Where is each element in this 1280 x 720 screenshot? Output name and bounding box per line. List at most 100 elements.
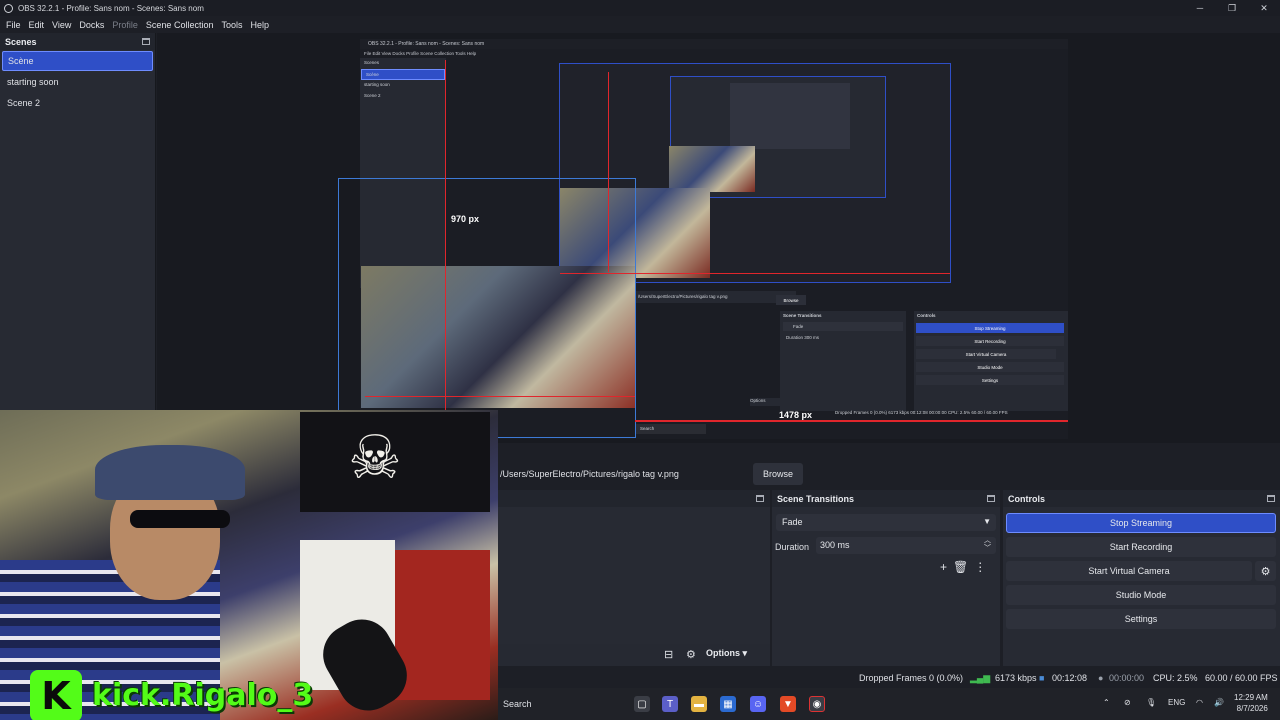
nested-scene-item: Scène <box>361 69 445 80</box>
menu-help[interactable]: Help <box>246 20 273 30</box>
sunglasses <box>130 510 230 528</box>
chevron-up-icon[interactable]: ⌃ <box>1103 698 1110 707</box>
scenes-dock: Scenes Scène starting soon Scene 2 <box>0 33 156 410</box>
menu-view[interactable]: View <box>48 20 75 30</box>
transitions-dock-title: Scene Transitions <box>777 493 855 504</box>
menu-scene-collection[interactable]: Scene Collection <box>142 20 218 30</box>
clock-time: 12:29 AM <box>1234 693 1268 702</box>
transition-select[interactable]: Fade ▼ <box>776 514 996 531</box>
undock-icon[interactable] <box>756 495 764 502</box>
source-selection-frame[interactable] <box>338 178 636 438</box>
brave-icon[interactable]: ▼ <box>780 696 796 712</box>
distance-label-1478: 1478 px <box>779 410 813 420</box>
add-icon[interactable]: + <box>940 560 947 574</box>
record-icon: ● <box>1098 673 1104 683</box>
nested-settings: Settings <box>916 375 1064 385</box>
nested-controls-title: Controls <box>917 313 936 318</box>
menu-docks[interactable]: Docks <box>75 20 108 30</box>
menu-file[interactable]: File <box>2 20 25 30</box>
studio-mode-button[interactable]: Studio Mode <box>1006 585 1276 605</box>
nested-taskbar-search: Search <box>636 424 706 434</box>
clock[interactable]: 12:29 AM 8/7/2026 <box>1234 692 1268 714</box>
browse-button[interactable]: Browse <box>753 463 803 485</box>
record-time: 00:00:00 <box>1109 673 1145 683</box>
guide-line-horizontal <box>365 396 635 397</box>
controls-dock-header: Controls <box>1003 490 1280 507</box>
skull-icon: ☠ <box>348 424 402 491</box>
settings-button[interactable]: Settings <box>1006 609 1276 629</box>
red-jersey <box>395 550 490 700</box>
controls-dock-title: Controls <box>1008 493 1045 504</box>
nested-options: Options <box>750 398 780 406</box>
menu-tools[interactable]: Tools <box>217 20 246 30</box>
duration-value: 300 ms <box>820 540 850 550</box>
scenes-dock-title: Scenes <box>5 36 37 47</box>
task-view-icon[interactable]: ▢ <box>634 696 650 712</box>
wifi-icon[interactable]: ◠ <box>1196 698 1203 707</box>
menu-edit[interactable]: Edit <box>25 20 49 30</box>
transitions-dock-header: Scene Transitions <box>772 490 1000 507</box>
maximize-button[interactable]: ❐ <box>1216 0 1248 16</box>
nested-path-field: /Users/SuperElectro/Pictures/rigalo tag … <box>636 291 796 303</box>
guide-line-vertical-nested <box>608 72 609 272</box>
discord-icon[interactable]: ☺ <box>750 696 766 712</box>
teams-icon[interactable]: T <box>662 696 678 712</box>
virtual-camera-settings-icon[interactable]: ⚙ <box>1255 561 1276 581</box>
guide-line-horizontal-bottom <box>635 420 1068 422</box>
nested-start-recording: Start Recording <box>916 336 1064 346</box>
start-recording-button[interactable]: Start Recording <box>1006 537 1276 557</box>
filter-icon[interactable]: ⊟ <box>664 648 673 661</box>
nested-duration: Duration 300 ms <box>780 333 906 342</box>
undock-icon[interactable] <box>142 38 150 45</box>
file-explorer-icon[interactable]: ▬ <box>691 696 707 712</box>
spin-arrows-icon[interactable]: ︿ ﹀ <box>984 537 991 553</box>
duration-spinbox[interactable]: 300 ms ︿ ﹀ <box>816 537 996 554</box>
volume-icon[interactable]: 🔊 <box>1214 698 1224 707</box>
image-path-field[interactable]: /Users/SuperElectro/Pictures/rigalo tag … <box>498 464 750 484</box>
obs-app-icon <box>4 3 13 13</box>
nested-scene-item: starting soon <box>364 82 390 87</box>
nested-duration-label: Duration <box>786 335 804 340</box>
nested-scenes-title: Scenes <box>364 60 380 65</box>
scene-item-scene-2[interactable]: Scene 2 <box>2 93 153 113</box>
scene-item-starting-soon[interactable]: starting soon <box>2 72 153 92</box>
scene-item-scene[interactable]: Scène <box>2 51 153 71</box>
store-icon[interactable]: ▦ <box>720 696 736 712</box>
menu-profile[interactable]: Profile <box>108 20 142 30</box>
start-virtual-camera-button[interactable]: Start Virtual Camera <box>1006 561 1252 581</box>
trash-icon[interactable]: 🗑 <box>953 560 968 574</box>
mic-icon[interactable]: 🎙 <box>1146 698 1156 707</box>
menu-bar: File Edit View Docks Profile Scene Colle… <box>0 16 1280 33</box>
minimize-button[interactable]: ─ <box>1184 0 1216 16</box>
scene-transitions-dock: Scene Transitions Fade ▼ Duration 300 ms… <box>772 490 1000 666</box>
transition-select-value: Fade <box>782 517 803 527</box>
dropped-frames: Dropped Frames 0 (0.0%) <box>859 673 964 683</box>
nested-preview-level-4 <box>730 83 850 149</box>
network-off-icon[interactable]: ⊘ <box>1124 698 1131 707</box>
sources-dock: ⊟ ⚙ Options ▾ <box>498 490 770 666</box>
close-button[interactable]: ✕ <box>1248 0 1280 16</box>
nested-window-title: OBS 32.2.1 - Profile: Sans nom - Scenes:… <box>360 39 1068 49</box>
bitrate: 6173 kbps <box>995 673 1037 683</box>
guide-line-vertical <box>445 60 446 444</box>
stream-icon: ■ <box>1039 673 1045 683</box>
stop-streaming-button[interactable]: Stop Streaming <box>1006 513 1276 533</box>
language-indicator[interactable]: ENG <box>1168 698 1185 707</box>
options-button[interactable]: Options ▾ <box>706 648 747 659</box>
nested-fade-select: Fade <box>783 322 903 331</box>
distance-label-970: 970 px <box>451 214 480 224</box>
kick-channel-name: kick.Rigalo_3 <box>92 678 314 713</box>
fps: 60.00 / 60.00 FPS <box>1205 673 1278 683</box>
obs-taskbar-icon[interactable]: ◉ <box>809 696 825 712</box>
kick-logo-icon: K <box>30 670 82 720</box>
more-icon[interactable]: ⋮ <box>974 560 986 574</box>
nested-webcam-small-3 <box>669 146 755 192</box>
taskbar-search[interactable]: Search <box>498 695 628 713</box>
undock-icon[interactable] <box>1267 495 1275 502</box>
gear-icon[interactable]: ⚙ <box>686 648 696 661</box>
title-bar: OBS 32.2.1 - Profile: Sans nom - Scenes:… <box>0 0 1280 16</box>
undock-icon[interactable] <box>987 495 995 502</box>
nested-browse-button: Browse <box>776 295 806 305</box>
windows-taskbar: Search ▢ T ▬ ▦ ☺ ▼ ◉ ⌃ ⊘ 🎙 ENG ◠ 🔊 12:29… <box>498 688 1280 720</box>
chevron-down-icon: ▼ <box>983 517 991 526</box>
